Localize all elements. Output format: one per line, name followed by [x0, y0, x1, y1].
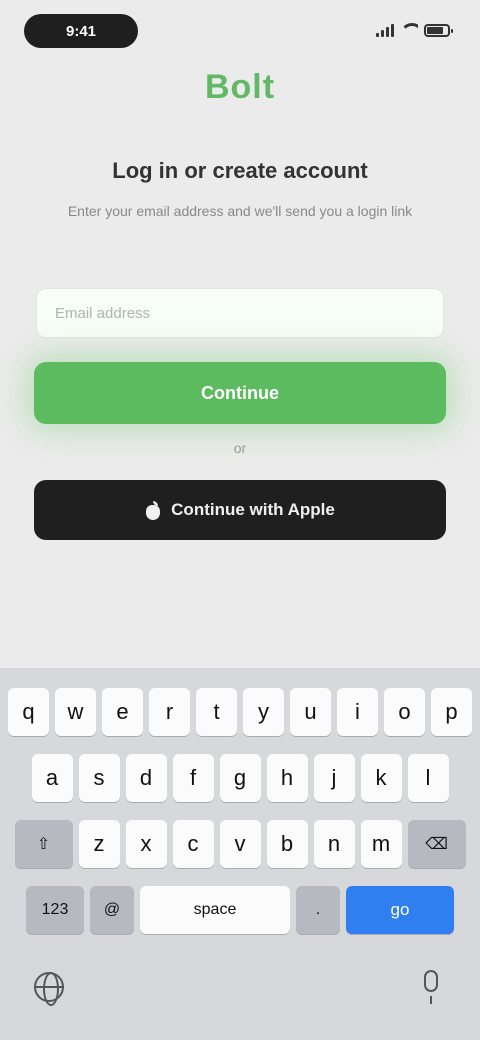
at-key[interactable]: @: [90, 886, 134, 934]
key-j[interactable]: j: [313, 754, 355, 802]
battery-icon: [424, 23, 453, 37]
key-a[interactable]: a: [31, 754, 73, 802]
microphone-icon[interactable]: [424, 970, 438, 1004]
key-v[interactable]: v: [219, 820, 261, 868]
keyboard-bottom-bar: [0, 958, 480, 1040]
keyboard-row-4: 123 @ space . go: [0, 886, 480, 934]
status-time: 9:41: [24, 14, 138, 48]
keyboard-row-1: qwertyuiop: [0, 688, 480, 736]
signal-icon: [376, 23, 394, 37]
continue-with-apple-label: Continue with Apple: [171, 500, 335, 519]
key-o[interactable]: o: [384, 688, 425, 736]
wifi-icon: [400, 23, 418, 37]
brand-logo: Bolt: [204, 68, 276, 106]
numbers-key[interactable]: 123: [26, 886, 84, 934]
globe-icon[interactable]: [34, 972, 64, 1006]
space-key[interactable]: space: [140, 886, 290, 934]
key-r[interactable]: r: [149, 688, 190, 736]
key-s[interactable]: s: [78, 754, 120, 802]
continue-button[interactable]: Continue: [34, 362, 446, 424]
key-u[interactable]: u: [290, 688, 331, 736]
page-title: Log in or create account: [112, 158, 368, 183]
keyboard-row-2: asdfghjkl: [0, 754, 480, 802]
continue-with-apple-button[interactable]: Continue with Apple: [34, 480, 446, 540]
shift-key[interactable]: ⇧: [14, 820, 73, 868]
or-divider: or: [233, 440, 247, 456]
key-d[interactable]: d: [125, 754, 167, 802]
key-l[interactable]: l: [407, 754, 449, 802]
delete-key[interactable]: ⌫: [407, 820, 466, 868]
key-p[interactable]: p: [431, 688, 472, 736]
key-t[interactable]: t: [196, 688, 237, 736]
status-icons: [376, 20, 453, 40]
key-y[interactable]: y: [243, 688, 284, 736]
status-bar: 9:41: [0, 0, 480, 60]
keyboard-row-3: ⇧ zxcvbnm ⌫: [0, 820, 480, 868]
key-b[interactable]: b: [266, 820, 308, 868]
go-key[interactable]: go: [346, 886, 454, 934]
key-g[interactable]: g: [219, 754, 261, 802]
key-f[interactable]: f: [172, 754, 214, 802]
email-field[interactable]: [36, 288, 444, 338]
key-c[interactable]: c: [172, 820, 214, 868]
key-e[interactable]: e: [102, 688, 143, 736]
key-w[interactable]: w: [55, 688, 96, 736]
keyboard-row-3-letters: zxcvbnm: [78, 820, 402, 868]
key-x[interactable]: x: [125, 820, 167, 868]
key-z[interactable]: z: [78, 820, 120, 868]
dot-key[interactable]: .: [296, 886, 340, 934]
page-subtitle: Enter your email address and we'll send …: [67, 203, 413, 219]
key-m[interactable]: m: [360, 820, 402, 868]
key-n[interactable]: n: [313, 820, 355, 868]
key-h[interactable]: h: [266, 754, 308, 802]
battery-level-fill: [427, 26, 443, 34]
key-i[interactable]: i: [337, 688, 378, 736]
key-k[interactable]: k: [360, 754, 402, 802]
apple-logo-icon: [145, 500, 161, 520]
key-q[interactable]: q: [8, 688, 49, 736]
